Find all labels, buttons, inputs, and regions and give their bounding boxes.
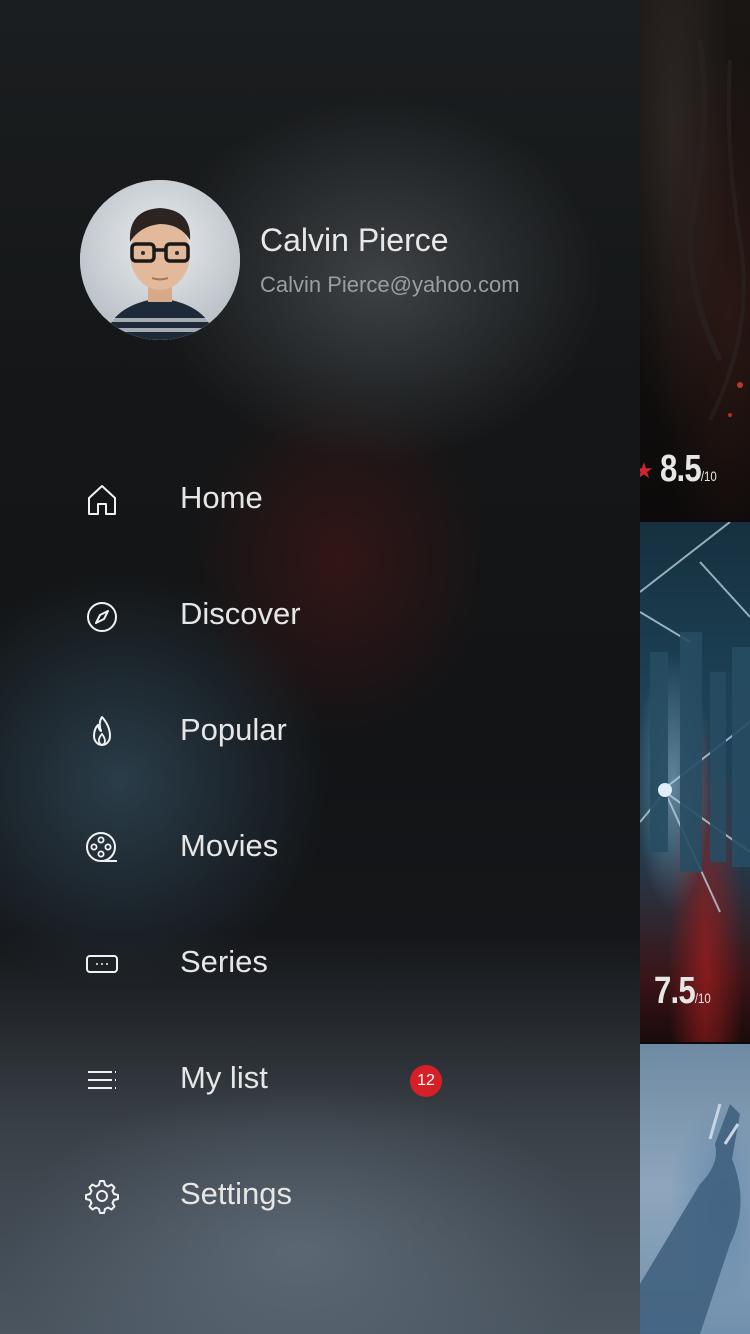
menu-item-settings[interactable]: Settings [0,1136,640,1252]
movie-card[interactable]: ★ 8.5/10 [640,0,750,520]
menu-item-home[interactable]: Home [0,440,640,556]
menu-item-series[interactable]: Series [0,904,640,1020]
home-icon [84,482,120,518]
content-peek[interactable]: ★ 8.5/10 7.5/10 [640,0,750,1334]
avatar-image [80,180,240,340]
film-reel-icon [84,830,120,866]
flame-icon [84,714,120,750]
star-icon: ★ [640,458,654,483]
menu-item-popular[interactable]: Popular [0,672,640,788]
list-icon [84,1062,120,1098]
movie-card[interactable]: 7.5/10 [640,522,750,1042]
poster-art [687,39,746,421]
menu-label: My list [180,1060,268,1095]
navigation-drawer: Calvin Pierce Calvin Pierce@yahoo.com Ho… [0,0,640,1334]
screen: ★ 8.5/10 7.5/10 Calvin Pierce Calvin Pie… [0,0,750,1334]
menu-label: Discover [180,596,301,631]
rating-value: 7.5 [654,970,696,1012]
menu-label: Home [180,480,263,515]
poster-art [640,1103,741,1334]
menu-item-discover[interactable]: Discover [0,556,640,672]
user-name: Calvin Pierce [260,222,449,258]
menu-label: Popular [180,712,287,747]
user-email: Calvin Pierce@yahoo.com [260,272,520,297]
menu-item-my-list[interactable]: My list 12 [0,1020,640,1136]
profile-header[interactable]: Calvin Pierce Calvin Pierce@yahoo.com [80,180,600,340]
movie-card[interactable] [640,1044,750,1334]
menu-item-movies[interactable]: Movies [0,788,640,904]
tv-icon [84,946,120,982]
menu-label: Settings [180,1176,293,1211]
rating-value: 8.5 [660,448,702,490]
rating: 7.5/10 [654,970,711,1013]
notification-badge: 12 [410,1065,442,1097]
rating: 8.5/10 [660,448,717,491]
menu-label: Movies [180,828,279,863]
avatar[interactable] [80,180,240,340]
compass-icon [84,598,120,634]
poster-art [640,522,750,913]
menu-label: Series [180,944,268,979]
rating-scale: /10 [694,990,711,1006]
rating-scale: /10 [700,468,717,484]
gear-icon [84,1178,120,1214]
